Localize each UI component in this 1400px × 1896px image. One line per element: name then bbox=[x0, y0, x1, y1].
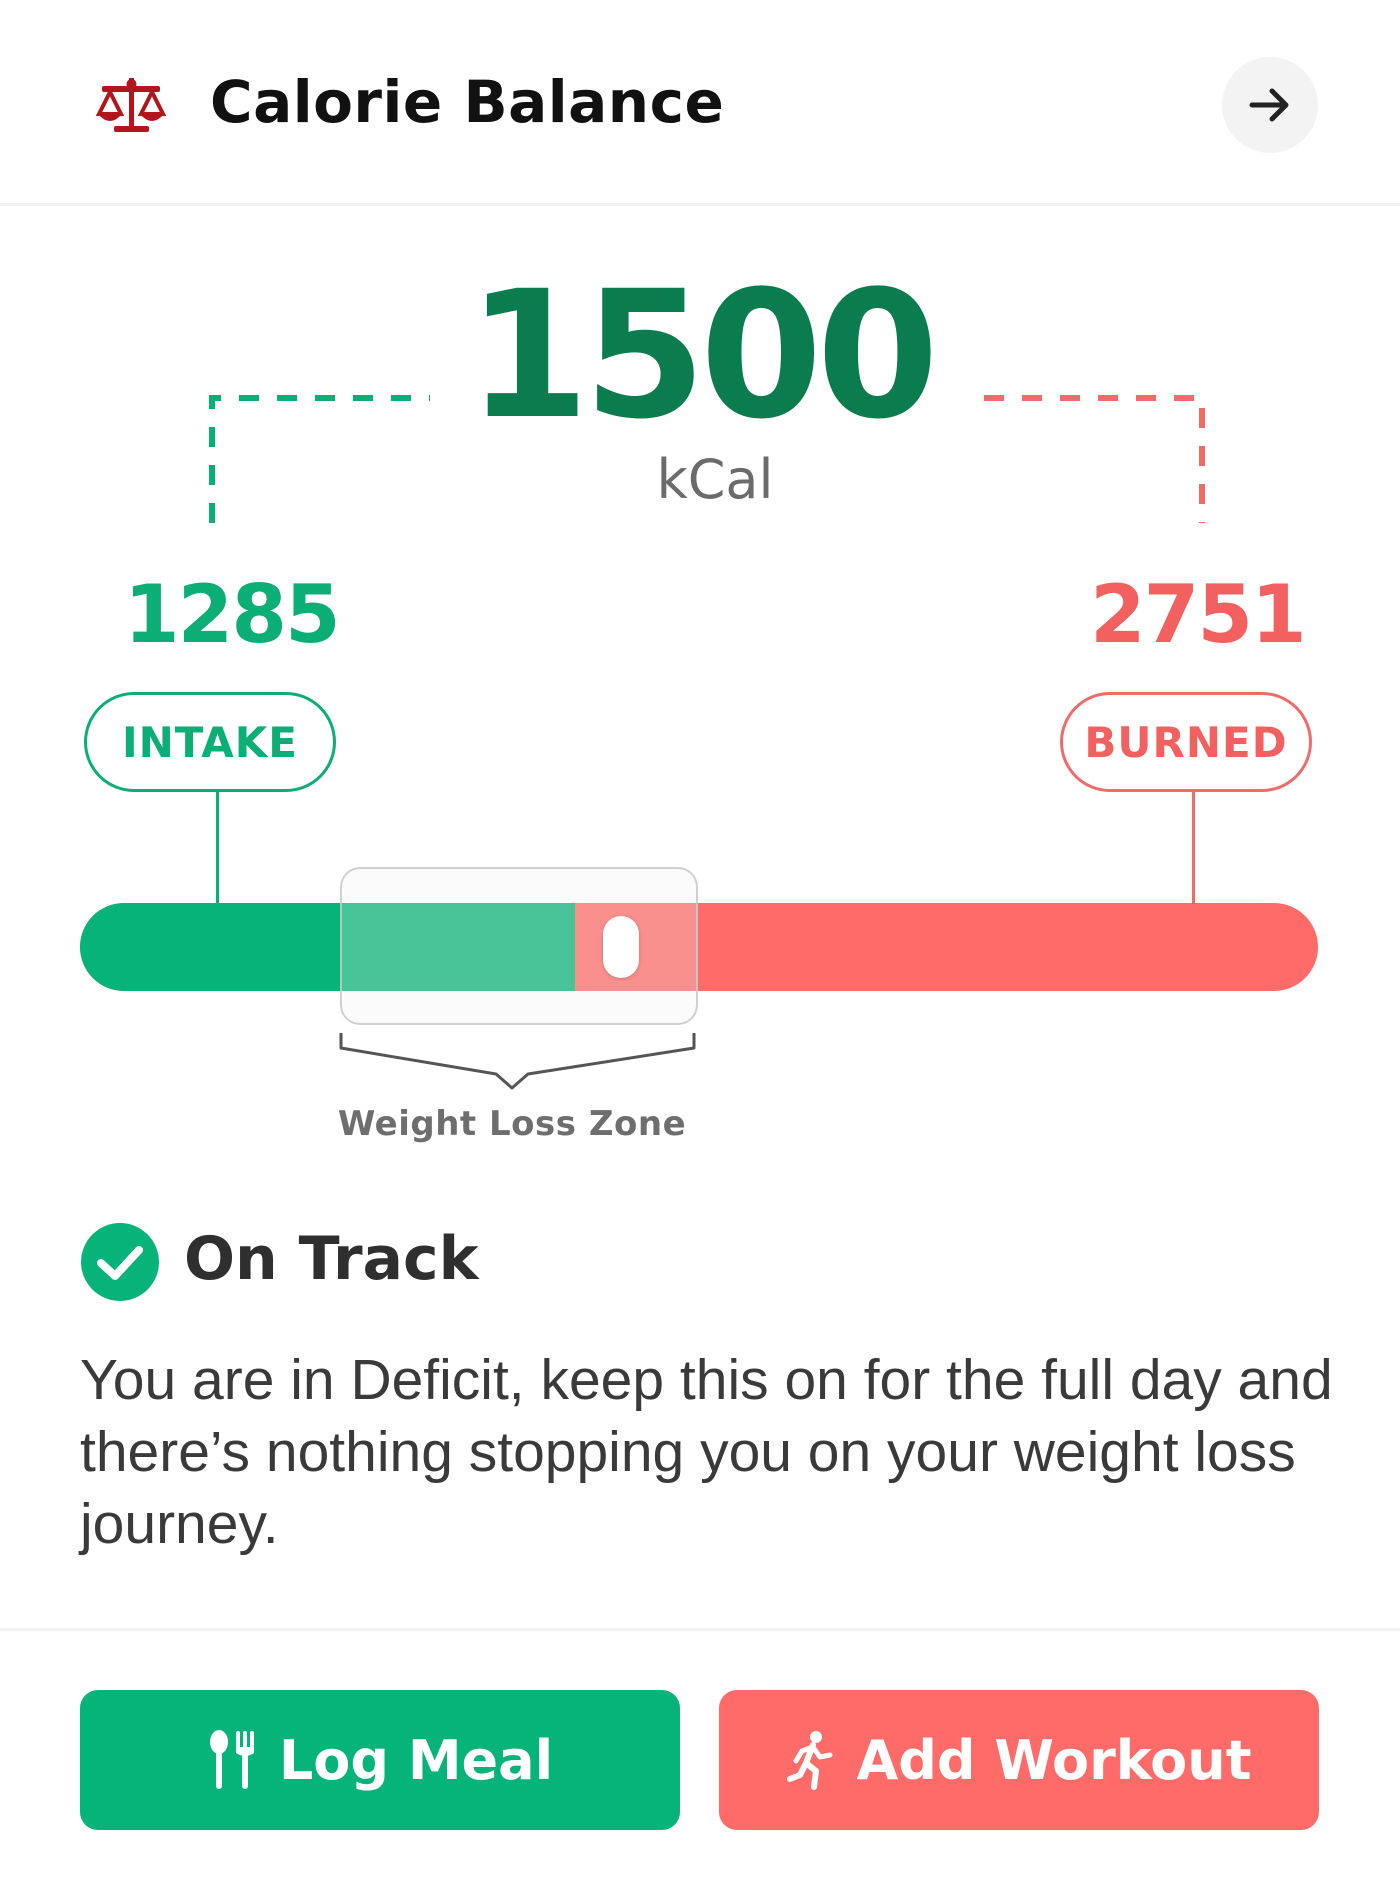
add-workout-label: Add Workout bbox=[856, 1728, 1252, 1792]
arrow-right-icon bbox=[1249, 88, 1289, 122]
card-header: Calorie Balance bbox=[0, 0, 1400, 206]
running-icon bbox=[787, 1731, 833, 1790]
fork-knife-icon bbox=[209, 1730, 254, 1789]
footer-divider bbox=[0, 1628, 1400, 1631]
status-title: On Track bbox=[184, 1224, 479, 1294]
add-workout-button[interactable]: Add Workout bbox=[719, 1690, 1319, 1830]
calorie-balance-bar bbox=[80, 903, 1318, 991]
balance-brackets bbox=[209, 395, 1205, 523]
zone-bracket bbox=[339, 1033, 696, 1090]
burned-value: 2751 bbox=[1090, 568, 1307, 661]
page-title: Calorie Balance bbox=[210, 68, 725, 136]
burned-label: BURNED bbox=[1060, 692, 1312, 792]
weight-loss-zone bbox=[340, 867, 698, 1025]
open-details-button[interactable] bbox=[1222, 57, 1318, 153]
weight-loss-zone-label: Weight Loss Zone bbox=[337, 1104, 687, 1144]
balance-slider-handle[interactable] bbox=[603, 916, 639, 978]
burned-connector bbox=[1192, 792, 1195, 904]
intake-value: 1285 bbox=[124, 568, 341, 661]
status-message: You are in Deficit, keep this on for the… bbox=[80, 1348, 1333, 1556]
log-meal-label: Log Meal bbox=[278, 1728, 554, 1792]
intake-connector bbox=[216, 792, 219, 904]
check-circle-icon bbox=[81, 1223, 159, 1301]
log-meal-button[interactable]: Log Meal bbox=[80, 1690, 680, 1830]
scale-icon bbox=[96, 78, 166, 132]
intake-label: INTAKE bbox=[84, 692, 336, 792]
